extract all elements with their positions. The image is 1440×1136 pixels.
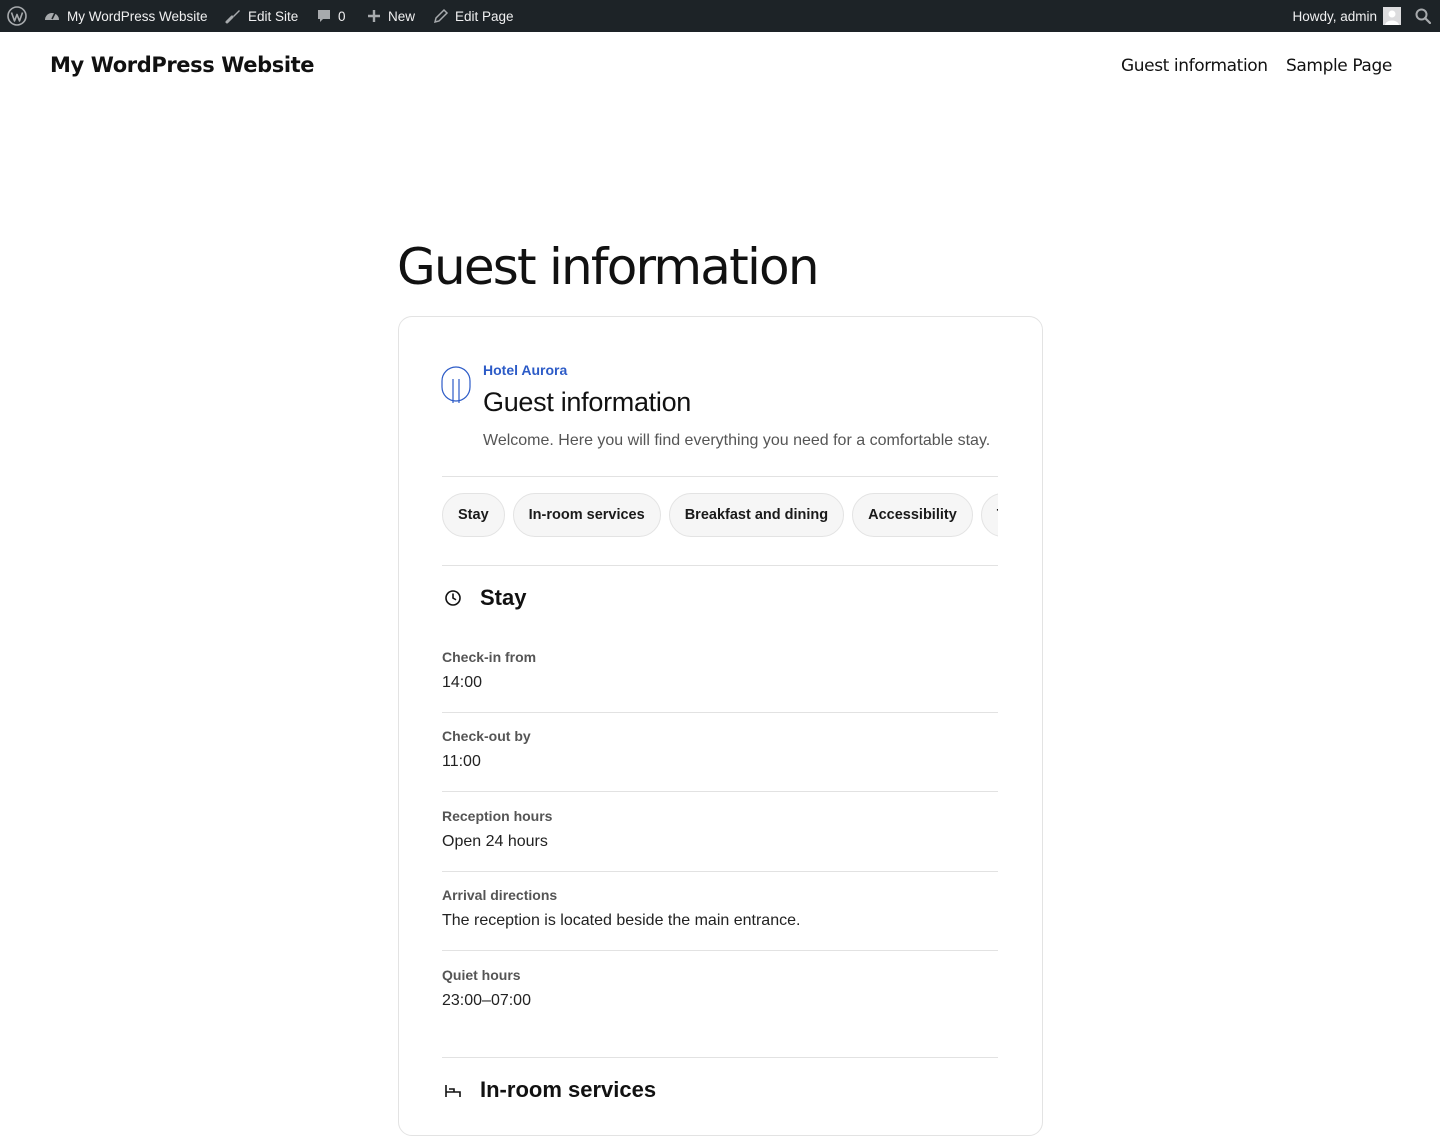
site-title[interactable]: My WordPress Website (50, 53, 315, 77)
divider (442, 950, 998, 951)
edit-site-button[interactable]: Edit Site (224, 0, 298, 32)
pencil-icon (433, 8, 449, 24)
bed-icon (445, 1085, 461, 1097)
comments-count: 0 (338, 8, 346, 24)
dashboard-icon (45, 12, 59, 20)
tab-breakfast-and-dining[interactable]: Breakfast and dining (668, 493, 845, 537)
new-label: New (388, 8, 416, 24)
info-row-check-in: Check-in from 14:00 (442, 649, 998, 692)
section-in-room-services-heading: In-room services (442, 1077, 656, 1103)
nav-link-guest-information[interactable]: Guest information (1121, 56, 1268, 76)
comments-button[interactable]: 0 (316, 0, 346, 32)
divider (442, 565, 998, 566)
info-row-arrival-directions: Arrival directions The reception is loca… (442, 887, 998, 930)
info-value: 11:00 (442, 753, 481, 770)
tab-transport[interactable]: Tra (980, 493, 998, 537)
plus-icon (368, 10, 380, 22)
info-label: Quiet hours (442, 967, 521, 983)
tab-accessibility[interactable]: Accessibility (852, 493, 973, 537)
divider (442, 1057, 998, 1058)
admin-bar: My WordPress Website Edit Site 0 New Edi… (0, 0, 1440, 32)
brush-icon (225, 10, 240, 24)
tab-in-room-services[interactable]: In-room services (512, 493, 661, 537)
page-title: Guest information (397, 238, 820, 296)
avatar (1383, 7, 1401, 25)
divider (442, 712, 998, 713)
section-tabs: Stay In-room services Breakfast and dini… (442, 493, 998, 538)
comment-bubble-icon (318, 10, 330, 22)
edit-page-label: Edit Page (455, 8, 514, 24)
new-content-button[interactable]: New (366, 0, 415, 32)
info-label: Check-out by (442, 728, 531, 744)
howdy-greeting: Howdy, admin (1292, 8, 1377, 24)
tab-stay[interactable]: Stay (442, 493, 505, 537)
clock-icon (445, 590, 461, 606)
info-value: Open 24 hours (442, 833, 548, 850)
hotel-logo-icon (441, 366, 471, 403)
divider (442, 476, 998, 477)
info-label: Reception hours (442, 808, 553, 824)
edit-page-button[interactable]: Edit Page (433, 0, 514, 32)
section-stay-heading: Stay (442, 585, 526, 611)
admin-bar-site-name: My WordPress Website (67, 8, 208, 24)
info-value: 23:00–07:00 (442, 992, 531, 1009)
hotel-name: Hotel Aurora (483, 362, 568, 378)
admin-bar-site-link[interactable]: My WordPress Website (43, 0, 208, 32)
edit-site-label: Edit Site (248, 8, 299, 24)
my-account-menu[interactable]: Howdy, admin (1292, 0, 1401, 32)
info-label: Check-in from (442, 649, 537, 665)
info-value: The reception is located beside the main… (442, 912, 801, 929)
info-row-reception-hours: Reception hours Open 24 hours (442, 808, 998, 851)
nav-link-sample-page[interactable]: Sample Page (1286, 56, 1392, 76)
info-label: Arrival directions (442, 887, 558, 903)
divider (442, 791, 998, 792)
info-row-quiet-hours: Quiet hours 23:00–07:00 (442, 967, 998, 1010)
card-intro: Welcome. Here you will find everything y… (483, 432, 991, 449)
section-title: In-room services (480, 1077, 657, 1102)
wordpress-logo-icon[interactable] (7, 0, 27, 32)
info-row-check-out: Check-out by 11:00 (442, 728, 998, 771)
section-title: Stay (480, 585, 527, 610)
info-value: 14:00 (442, 674, 483, 691)
divider (442, 871, 998, 872)
card-title: Guest information (483, 387, 691, 417)
search-icon[interactable] (1415, 0, 1431, 32)
